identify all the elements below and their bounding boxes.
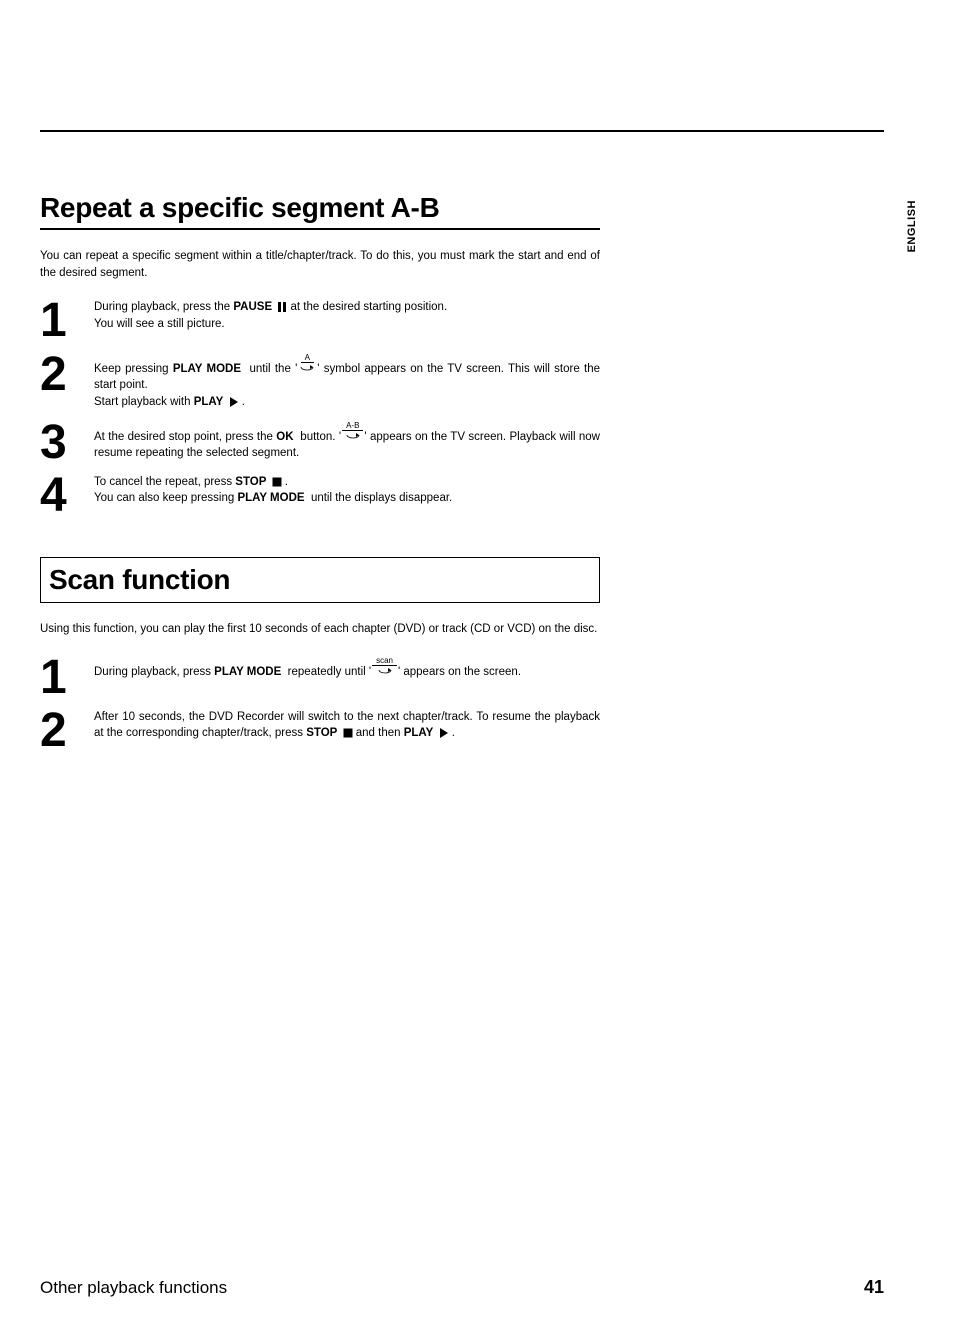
key-label: PAUSE xyxy=(233,301,287,313)
step-body: After 10 seconds, the DVD Recorder will … xyxy=(94,709,600,742)
page: ENGLISH Repeat a specific segment A-B Yo… xyxy=(0,0,954,1338)
step-body: During playback, press the PAUSE at the … xyxy=(94,299,600,332)
step: 4 To cancel the repeat, press STOP .You c… xyxy=(40,474,600,517)
step-number: 2 xyxy=(40,353,76,396)
step-number: 1 xyxy=(40,299,76,342)
step-number: 2 xyxy=(40,709,76,752)
stop-icon xyxy=(343,728,353,738)
step-number: 4 xyxy=(40,474,76,517)
play-icon xyxy=(229,397,239,407)
steps-scan: 1 During playback, press PLAY MODE repeat… xyxy=(40,656,600,752)
step: 2 After 10 seconds, the DVD Recorder will… xyxy=(40,709,600,752)
footer-section-title: Other playback functions xyxy=(40,1278,227,1298)
repeat-a-icon: A xyxy=(298,353,316,374)
step: 2 Keep pressing PLAY MODE until the 'A' s… xyxy=(40,353,600,411)
step: 1 During playback, press PLAY MODE repeat… xyxy=(40,656,600,699)
step-body: Keep pressing PLAY MODE until the 'A' sy… xyxy=(94,353,600,411)
step-number: 1 xyxy=(40,656,76,699)
key-label: STOP xyxy=(306,727,352,739)
scan-icon: scan xyxy=(372,656,397,677)
key-label: PLAY MODE xyxy=(173,363,245,375)
heading-repeat-ab: Repeat a specific segment A-B xyxy=(40,192,600,230)
repeat-ab-icon: A-B xyxy=(342,421,363,442)
step-body: During playback, press PLAY MODE repeate… xyxy=(94,656,600,681)
step: 1 During playback, press the PAUSE at the… xyxy=(40,299,600,342)
stop-icon xyxy=(272,477,282,487)
key-label: PLAY MODE xyxy=(214,666,284,678)
language-tab: ENGLISH xyxy=(906,200,918,252)
key-label: PLAY MODE xyxy=(237,492,307,504)
step-number: 3 xyxy=(40,421,76,464)
content: Repeat a specific segment A-B You can re… xyxy=(40,192,884,752)
key-label: PLAY xyxy=(404,727,449,739)
heading-scan: Scan function xyxy=(40,557,600,603)
intro-scan: Using this function, you can play the fi… xyxy=(40,621,600,638)
key-label: OK xyxy=(276,431,297,443)
intro-repeat-ab: You can repeat a specific segment within… xyxy=(40,248,600,281)
key-label: PLAY xyxy=(194,396,239,408)
key-label: STOP xyxy=(235,476,281,488)
step-body: To cancel the repeat, press STOP .You ca… xyxy=(94,474,600,507)
top-rule xyxy=(40,130,884,132)
page-number: 41 xyxy=(864,1277,884,1298)
footer: Other playback functions 41 xyxy=(40,1277,884,1298)
step: 3 At the desired stop point, press the OK… xyxy=(40,421,600,464)
play-icon xyxy=(439,728,449,738)
steps-repeat-ab: 1 During playback, press the PAUSE at the… xyxy=(40,299,600,517)
step-body: At the desired stop point, press the OK … xyxy=(94,421,600,462)
pause-icon xyxy=(277,302,287,312)
